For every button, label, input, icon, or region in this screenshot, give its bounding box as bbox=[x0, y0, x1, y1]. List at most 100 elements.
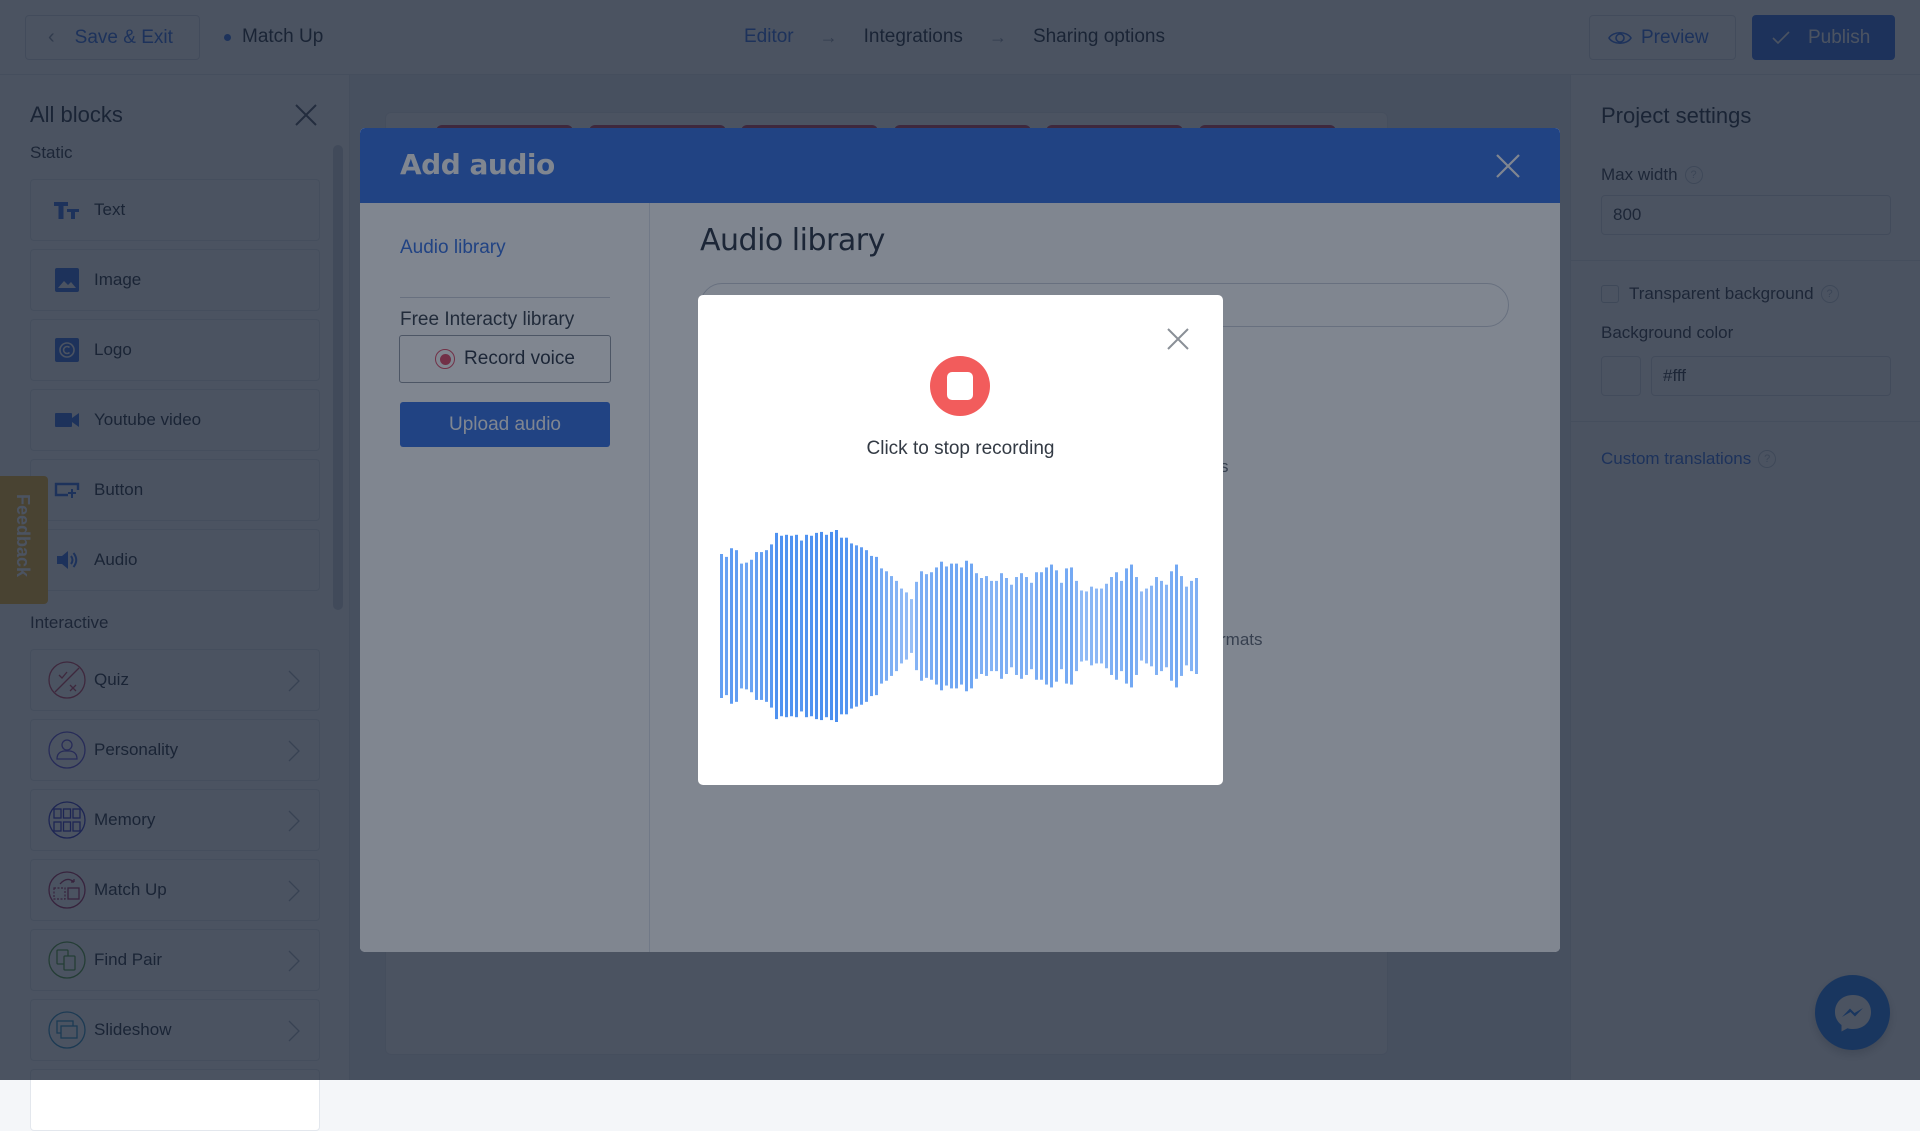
waveform-bar bbox=[985, 576, 988, 676]
waveform-bar bbox=[1060, 582, 1063, 670]
waveform-bar bbox=[850, 543, 853, 709]
waveform-bar bbox=[890, 576, 893, 676]
waveform-bar bbox=[1045, 567, 1048, 685]
waveform-bar bbox=[740, 563, 743, 689]
waveform-bar bbox=[950, 563, 953, 689]
waveform-bar bbox=[845, 537, 848, 715]
waveform-bar bbox=[1195, 578, 1198, 674]
waveform-bar bbox=[910, 599, 913, 653]
waveform-bar bbox=[875, 556, 878, 696]
waveform-bar bbox=[725, 556, 728, 696]
stop-recording-button[interactable] bbox=[930, 356, 990, 416]
waveform-bar bbox=[815, 532, 818, 720]
recording-dialog: Click to stop recording bbox=[698, 295, 1223, 785]
waveform-bar bbox=[1070, 567, 1073, 685]
waveform-bar bbox=[1120, 580, 1123, 672]
waveform-bar bbox=[795, 534, 798, 718]
waveform-bar bbox=[870, 555, 873, 697]
waveform-bar bbox=[915, 581, 918, 671]
waveform-bar bbox=[810, 535, 813, 717]
recording-status-text: Click to stop recording bbox=[866, 438, 1055, 459]
waveform-bar bbox=[920, 571, 923, 681]
waveform-bar bbox=[1095, 588, 1098, 664]
waveform-bar bbox=[805, 534, 808, 718]
waveform-bar bbox=[1125, 568, 1128, 684]
waveform-bar bbox=[720, 554, 723, 698]
waveform-bar bbox=[1135, 577, 1138, 675]
waveform-bar bbox=[970, 563, 973, 689]
waveform-bar bbox=[1085, 591, 1088, 661]
waveform-bar bbox=[990, 580, 993, 672]
waveform-bar bbox=[945, 566, 948, 686]
waveform-bar bbox=[925, 574, 928, 678]
waveform-bar bbox=[885, 571, 888, 681]
waveform-bar bbox=[775, 532, 778, 720]
waveform-bar bbox=[1020, 573, 1023, 679]
waveform-bar bbox=[930, 572, 933, 680]
waveform-bar bbox=[1145, 588, 1148, 664]
waveform-bar bbox=[820, 531, 823, 721]
waveform-bar bbox=[1140, 591, 1143, 661]
waveform-bar bbox=[1055, 570, 1058, 682]
waveform-bar bbox=[865, 550, 868, 702]
waveform-bar bbox=[1165, 584, 1168, 668]
waveform-bar bbox=[1190, 580, 1193, 672]
waveform-bar bbox=[1065, 568, 1068, 684]
waveform-bar bbox=[860, 547, 863, 705]
waveform-bar bbox=[940, 561, 943, 691]
waveform-bar bbox=[1150, 585, 1153, 667]
waveform-bar bbox=[1050, 564, 1053, 688]
stop-icon bbox=[947, 372, 973, 400]
waveform-bar bbox=[1030, 582, 1033, 670]
waveform-bar bbox=[1155, 577, 1158, 675]
waveform-bar bbox=[780, 535, 783, 717]
waveform-bar bbox=[1170, 571, 1173, 681]
waveform-bar bbox=[1175, 564, 1178, 688]
waveform-bar bbox=[1115, 572, 1118, 680]
waveform-bar bbox=[750, 559, 753, 693]
waveform-bar bbox=[1110, 577, 1113, 675]
waveform-bar bbox=[975, 573, 978, 679]
waveform-bar bbox=[1015, 577, 1018, 675]
waveform-bar bbox=[745, 562, 748, 690]
waveform-bar bbox=[995, 580, 998, 672]
waveform-bar bbox=[955, 563, 958, 689]
waveform-bar bbox=[895, 580, 898, 672]
waveform-bar bbox=[900, 588, 903, 664]
waveform-bar bbox=[960, 567, 963, 685]
waveform-bar bbox=[840, 537, 843, 715]
waveform-bar bbox=[1080, 590, 1083, 662]
waveform-bar bbox=[905, 592, 908, 660]
waveform-bar bbox=[825, 534, 828, 718]
waveform-bar bbox=[1000, 573, 1003, 679]
waveform-bar bbox=[1105, 583, 1108, 669]
waveform-bar bbox=[1035, 572, 1038, 680]
waveform-bar bbox=[935, 567, 938, 685]
close-recording-icon[interactable] bbox=[1166, 327, 1190, 351]
waveform-bar bbox=[880, 568, 883, 684]
waveform-bar bbox=[1090, 586, 1093, 666]
waveform-bar bbox=[835, 530, 838, 722]
waveform-bar bbox=[1130, 564, 1133, 688]
waveform-bar bbox=[830, 531, 833, 721]
waveform-bar bbox=[1075, 580, 1078, 672]
waveform-bar bbox=[765, 550, 768, 702]
waveform-bar bbox=[1040, 572, 1043, 680]
audio-waveform bbox=[720, 530, 1198, 722]
waveform-bar bbox=[1010, 584, 1013, 668]
waveform-bar bbox=[965, 560, 968, 692]
waveform-bar bbox=[785, 534, 788, 718]
waveform-bar bbox=[730, 548, 733, 704]
waveform-bar bbox=[1100, 588, 1103, 664]
waveform-bar bbox=[1005, 578, 1008, 674]
waveform-bar bbox=[1160, 580, 1163, 672]
waveform-bar bbox=[790, 535, 793, 717]
waveform-bar bbox=[1185, 586, 1188, 666]
waveform-bar bbox=[1025, 577, 1028, 675]
waveform-bar bbox=[1180, 576, 1183, 676]
waveform-bar bbox=[755, 552, 758, 700]
waveform-bar bbox=[735, 550, 738, 702]
waveform-bar bbox=[980, 578, 983, 674]
waveform-bar bbox=[800, 540, 803, 712]
waveform-bar bbox=[855, 545, 858, 707]
